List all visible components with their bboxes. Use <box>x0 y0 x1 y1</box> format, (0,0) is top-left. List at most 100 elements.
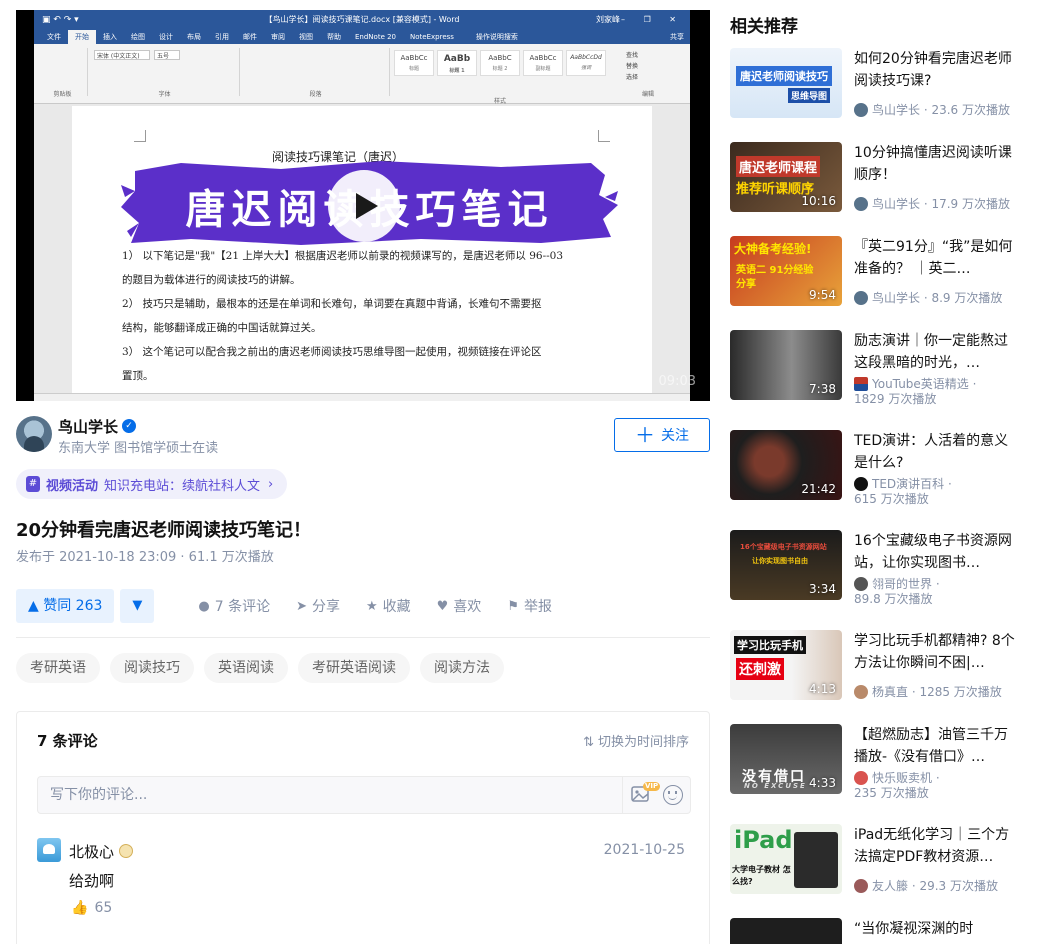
comment-input[interactable] <box>38 777 618 813</box>
style-swatch: AaBbCcDd 强调 <box>566 50 606 76</box>
video-duration: 09:03 <box>658 374 696 389</box>
related-video-item[interactable]: 大神备考经验! 英语二 91分经验分享 9:54 『英二91分』“我”是如何准备… <box>730 236 1020 308</box>
font-name-box: 宋体 (中文正文) <box>94 50 150 60</box>
word-document-page: 阅读技巧课笔记（唐迟） 1） 以下笔记是"我"【21 上岸大大】根据唐迟老师以前… <box>72 106 652 401</box>
downvote-button[interactable]: ▼ <box>120 589 155 623</box>
comment-tools: VIP <box>622 777 690 813</box>
word-status-bar <box>34 393 690 401</box>
star-icon: ★ <box>366 598 378 614</box>
word-tab: 绘图 <box>131 33 145 41</box>
follow-button[interactable]: ＋关注 <box>614 418 710 452</box>
commenter-name[interactable]: 北极心 <box>69 841 114 862</box>
ribbon-group-font: 宋体 (中文正文) 五号 字体 <box>90 48 240 98</box>
related-video-item[interactable]: 没有借口 NO EXCUSE 4:33 【超燃励志】油管三千万播放-《没有借口》… <box>730 724 1020 800</box>
comment-text: 给劲啊 <box>69 872 115 890</box>
sort-icon: ⇅ <box>583 735 594 750</box>
report-button[interactable]: ⚑ 举报 <box>507 596 552 616</box>
activity-label: 视频活动 <box>46 478 99 494</box>
comment-date: 2021-10-25 <box>603 842 685 858</box>
author-name[interactable]: 鸟山学长 <box>58 416 118 437</box>
upvote-button[interactable]: ▲ 赞同 263 <box>16 589 115 623</box>
word-tab: 审阅 <box>271 33 285 41</box>
related-video-title: TED演讲：人活着的意义是什么? <box>854 433 1009 471</box>
video-player[interactable]: ▣ ↶ ↷ ▾ 【鸟山学长】阅读技巧课笔记.docx [兼容模式] - Word… <box>16 10 710 401</box>
chevron-right-icon: › <box>268 476 274 492</box>
video-title: 20分钟看完唐迟老师阅读技巧笔记！ <box>16 520 312 541</box>
related-video-item[interactable]: 16个宝藏级电子书资源网站 让你实现图书自由 3:34 16个宝藏级电子书资源网… <box>730 530 1020 606</box>
related-video-item[interactable]: 唐迟老师课程 推荐听课顺序 10:16 10分钟搞懂唐迟阅读听课顺序！ 鸟山学长… <box>730 142 1020 214</box>
channel-avatar <box>854 771 868 785</box>
tag[interactable]: 考研英语阅读 <box>298 653 410 683</box>
related-video-title: 如何20分钟看完唐迟老师阅读技巧课? <box>854 51 1012 89</box>
channel-avatar <box>854 477 868 491</box>
channel-avatar <box>854 197 868 211</box>
related-video-meta: 杨真直 · 1285 万次播放 <box>854 685 1020 700</box>
emoji-icon[interactable] <box>663 785 683 805</box>
word-tab: EndNote 20 <box>355 33 397 41</box>
related-video-item[interactable]: 学习比玩手机 还刺激 4:13 学习比玩手机都精神? 8个方法让你瞬间不困|… … <box>730 630 1020 702</box>
channel-avatar <box>854 103 868 117</box>
word-title-bar: ▣ ↶ ↷ ▾ 【鸟山学长】阅读技巧课笔记.docx [兼容模式] - Word… <box>34 10 690 30</box>
video-thumbnail: 7:38 <box>730 330 842 400</box>
sort-toggle-button[interactable]: ⇅ 切换为时间排序 <box>583 731 689 750</box>
author-description: 东南大学 图书馆学硕士在读 <box>58 441 219 456</box>
video-activity-pill[interactable]: # 视频活动 知识充电站：续航社科人文 › <box>16 469 288 499</box>
page: ▣ ↶ ↷ ▾ 【鸟山学长】阅读技巧课笔记.docx [兼容模式] - Word… <box>0 0 1040 944</box>
related-video-title: 励志演讲｜你一定能熬过这段黑暗的时光，… <box>854 333 1008 371</box>
share-button[interactable]: ➤ 分享 <box>296 596 340 616</box>
word-tab: 文件 <box>47 33 61 41</box>
related-video-title: iPad无纸化学习｜三个方法搞定PDF教材资源… <box>854 827 1010 865</box>
related-video-item[interactable]: “当你凝视深渊的时 <box>730 918 1020 944</box>
channel-avatar <box>854 685 868 699</box>
commenter-avatar[interactable] <box>37 838 61 862</box>
video-thumbnail: 学习比玩手机 还刺激 4:13 <box>730 630 842 700</box>
doc-line: 结构，能够翻译成正确的中国话就算过关。 <box>122 322 322 334</box>
video-thumbnail <box>730 918 842 944</box>
author-row: 鸟山学长 ✓ 东南大学 图书馆学硕士在读 ＋关注 <box>16 416 710 456</box>
related-video-item[interactable]: 唐迟老师阅读技巧 思维导图 如何20分钟看完唐迟老师阅读技巧课? 鸟山学长 · … <box>730 48 1020 120</box>
play-icon <box>356 193 378 219</box>
related-video-meta: 翎哥的世界 · 89.8 万次播放 <box>854 577 940 606</box>
comments-button[interactable]: ● 7 条评论 <box>198 596 270 616</box>
doc-line: 的题目为载体进行的阅读技巧的讲解。 <box>122 274 301 286</box>
channel-avatar <box>854 291 868 305</box>
related-video-title: 学习比玩手机都精神? 8个方法让你瞬间不困|… <box>854 633 1015 671</box>
video-meta: 发布于 2021-10-18 23:09 · 61.1 万次播放 <box>16 550 274 565</box>
related-video-meta: 快乐贩卖机 · 235 万次播放 <box>854 771 940 800</box>
word-tab: 视图 <box>299 33 313 41</box>
tag[interactable]: 阅读方法 <box>420 653 504 683</box>
tag[interactable]: 考研英语 <box>16 653 100 683</box>
plus-icon: ＋ <box>635 423 655 447</box>
word-tab: 引用 <box>215 33 229 41</box>
tag[interactable]: 英语阅读 <box>204 653 288 683</box>
related-video-title: 10分钟搞懂唐迟阅读听课顺序！ <box>854 145 1012 183</box>
comment-icon: ● <box>198 598 210 614</box>
video-thumbnail: 没有借口 NO EXCUSE 4:33 <box>730 724 842 794</box>
ribbon-group-paragraph: 段落 <box>242 48 390 98</box>
word-tab: 布局 <box>187 33 201 41</box>
tag[interactable]: 阅读技巧 <box>110 653 194 683</box>
font-size-box: 五号 <box>154 50 180 60</box>
style-swatch: AaBbC 标题 2 <box>480 50 520 76</box>
comments-count: 7 条评论 <box>37 732 98 750</box>
like-button[interactable]: ♥ 喜欢 <box>437 596 482 616</box>
author-avatar[interactable] <box>16 416 52 452</box>
play-button[interactable] <box>328 170 400 242</box>
word-tab: NoteExpress <box>410 33 454 41</box>
favorite-button[interactable]: ★ 收藏 <box>366 596 411 616</box>
doc-line: 置顶。 <box>122 370 154 382</box>
related-video-item[interactable]: iPad 大学电子教材 怎么找? iPad无纸化学习｜三个方法搞定PDF教材资源… <box>730 824 1020 896</box>
channel-avatar <box>854 577 868 591</box>
word-share: 共享 <box>670 33 684 41</box>
word-tab: 开始 <box>68 30 96 44</box>
related-video-meta: 鸟山学长 · 8.9 万次播放 <box>854 291 1020 306</box>
heart-icon: ♥ <box>436 598 449 614</box>
word-tab: 设计 <box>159 33 173 41</box>
comments-panel: 7 条评论 ⇅切换为时间排序 VIP 北极心 2021-10-25 给劲啊 👍6… <box>16 711 710 944</box>
video-thumbnail: 21:42 <box>730 430 842 500</box>
ribbon-group-clipboard: 剪贴板 <box>38 48 88 98</box>
related-video-item[interactable]: 21:42 TED演讲：人活着的意义是什么? TED演讲百科 · 615 万次播… <box>730 430 1020 506</box>
comment-like-button[interactable]: 👍 65 <box>71 900 112 916</box>
related-video-item[interactable]: 7:38 励志演讲｜你一定能熬过这段黑暗的时光，… YouTube英语精选 · … <box>730 330 1020 406</box>
related-video-title: 【超燃励志】油管三千万播放-《没有借口》… <box>854 727 1008 765</box>
